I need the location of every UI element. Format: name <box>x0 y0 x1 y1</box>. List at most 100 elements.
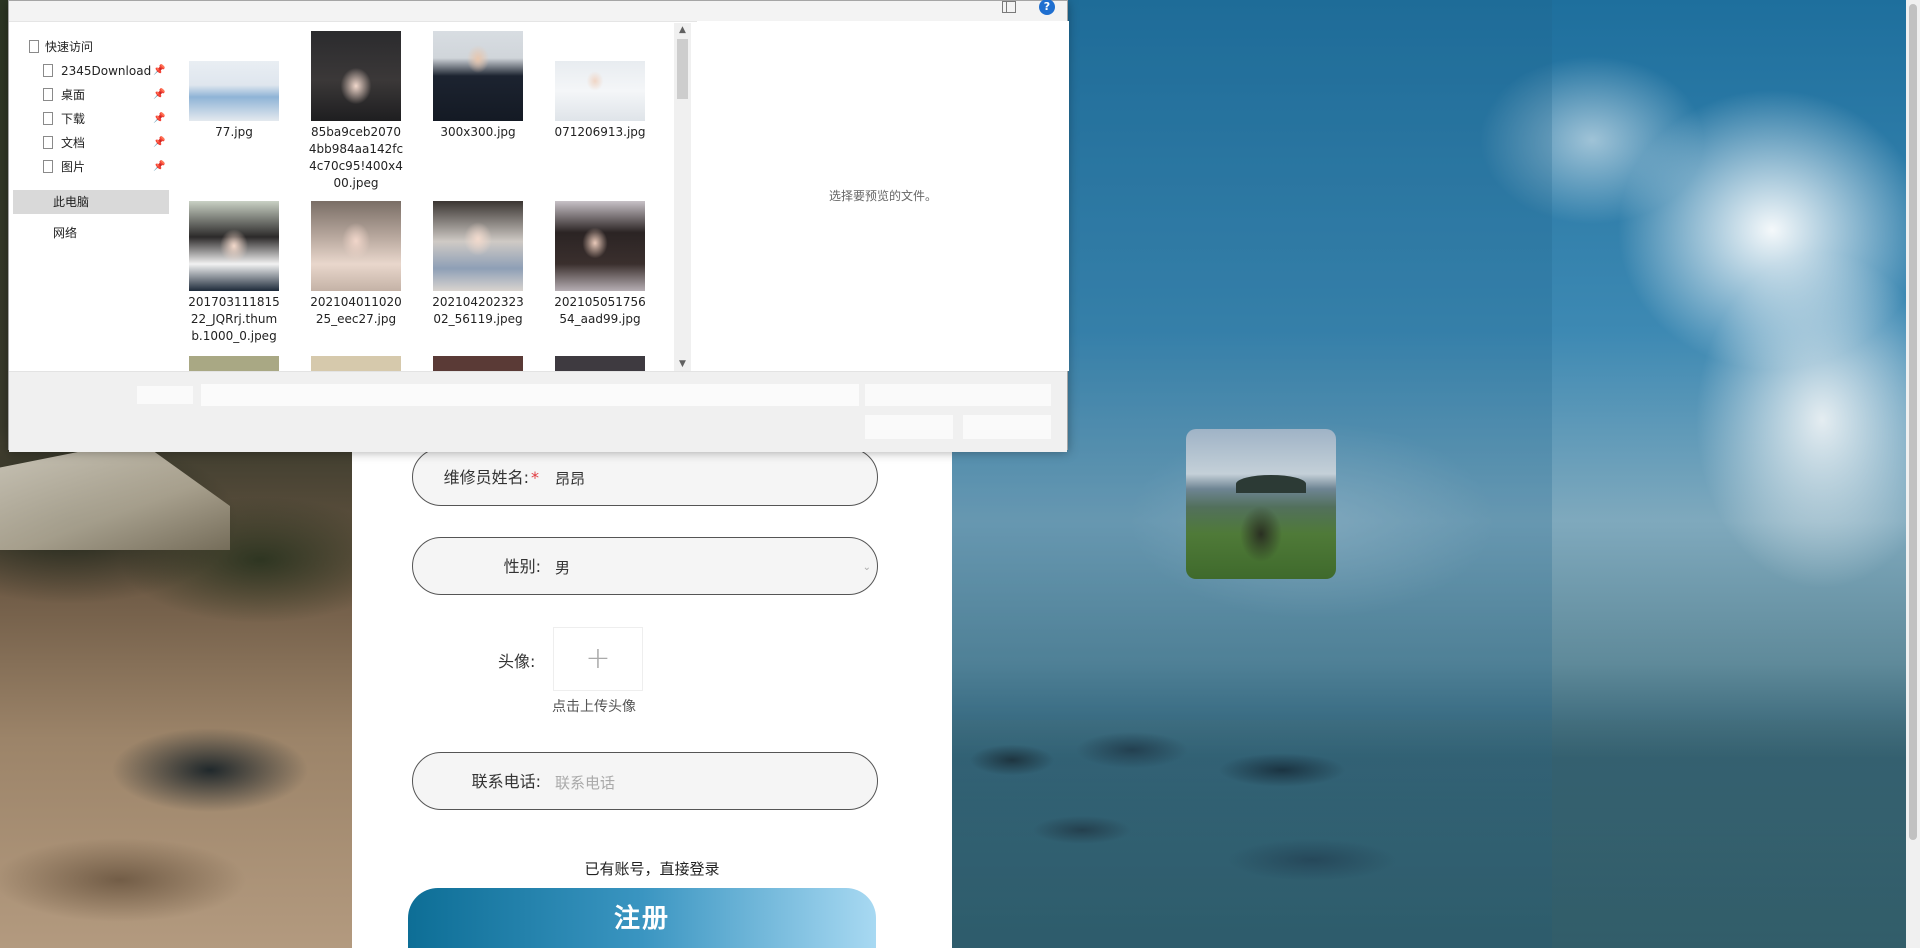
nav-item-quick-access[interactable]: 快速访问 <box>29 35 185 59</box>
pin-icon: 📌 <box>153 113 166 124</box>
avatar-label: 头像: <box>498 652 536 671</box>
file-item[interactable]: 300x300.jpg <box>428 31 528 141</box>
cancel-button[interactable] <box>963 415 1051 439</box>
gender-value[interactable]: 男 <box>555 538 570 596</box>
file-thumbnail <box>311 201 401 291</box>
file-thumbnail <box>311 31 401 121</box>
plus-icon: + <box>585 641 611 676</box>
phone-input[interactable]: 联系电话 <box>555 753 615 811</box>
background-hut <box>0 440 230 550</box>
page: 维修员姓名: * 昂昂 性别: 男 ⌄ 头像: + 点击上传头像 联系电话: 联系… <box>0 0 1920 948</box>
name-label: 维修员姓名: * <box>443 468 539 487</box>
scroll-up-icon[interactable]: ▲ <box>674 23 691 37</box>
nav-item-label: 下载 <box>61 112 86 126</box>
filename-label <box>137 386 193 404</box>
file-item[interactable]: 20210505175654_aad99.jpg <box>550 201 650 328</box>
preview-pane: 选择要预览的文件。 <box>697 21 1069 371</box>
nav-item-2345download[interactable]: 2345Download 📌 <box>9 59 165 83</box>
pin-icon: 📌 <box>153 161 166 172</box>
background-ocean-image <box>952 0 1920 948</box>
file-name: 20210401102025_eec27.jpg <box>310 295 402 326</box>
file-thumbnail <box>555 201 645 291</box>
nav-item-label: 文档 <box>61 136 86 150</box>
nav-item-desktop[interactable]: 桌面 📌 <box>9 83 165 107</box>
nav-item-label: 图片 <box>61 160 86 174</box>
nav-item-label: 桌面 <box>61 88 86 102</box>
file-item[interactable]: 20170311181522_JQRrj.thumb.1000_0.jpeg <box>184 201 284 345</box>
nav-item-label: 2345Download <box>61 64 152 78</box>
file-name: 85ba9ceb20704bb984aa142fc4c70c95!400x400… <box>308 125 404 190</box>
dialog-footer <box>9 371 1067 452</box>
page-scrollbar[interactable] <box>1906 0 1920 948</box>
file-item[interactable]: 071206913.jpg <box>550 31 650 141</box>
navigation-pane: 快速访问 2345Download 📌 桌面 📌 下载 📌 文档 📌 图片 📌 … <box>9 35 169 245</box>
gender-select[interactable]: 性别: 男 ⌄ <box>412 537 878 595</box>
avatar-preview-image <box>1186 429 1336 579</box>
page-scrollbar-thumb[interactable] <box>1909 4 1917 840</box>
nav-item-this-pc[interactable]: 此电脑 <box>13 190 169 214</box>
file-item[interactable]: 77.jpg <box>184 31 284 141</box>
required-mark: * <box>531 468 539 487</box>
gender-label: 性别: <box>503 557 541 576</box>
file-grid-scrollbar-thumb[interactable] <box>677 39 688 99</box>
file-name: 300x300.jpg <box>440 125 516 139</box>
file-item[interactable] <box>550 356 650 371</box>
pin-icon: 📌 <box>153 89 166 100</box>
login-link[interactable]: 已有账号，直接登录 <box>352 858 952 879</box>
file-name: 071206913.jpg <box>554 125 646 139</box>
background-rocks <box>952 720 1920 948</box>
file-thumbnail <box>433 31 523 121</box>
filename-input[interactable] <box>201 384 859 406</box>
nav-item-label: 快速访问 <box>45 40 94 54</box>
nav-item-network[interactable]: 网络 <box>9 221 165 245</box>
file-thumbnail <box>189 61 279 121</box>
file-name: 20210505175654_aad99.jpg <box>554 295 646 326</box>
file-thumbnail <box>189 356 279 371</box>
avatar-upload-button[interactable]: + <box>553 627 643 691</box>
file-item[interactable] <box>184 356 284 371</box>
file-item[interactable]: 85ba9ceb20704bb984aa142fc4c70c95!400x400… <box>306 31 406 192</box>
folder-icon <box>29 40 39 53</box>
pin-icon: 📌 <box>153 137 166 148</box>
folder-icon <box>43 112 53 125</box>
chevron-down-icon[interactable]: ⌄ <box>863 562 871 573</box>
pin-icon: 📌 <box>153 65 166 76</box>
file-item[interactable]: 20210401102025_eec27.jpg <box>306 201 406 328</box>
file-thumbnail <box>433 356 523 371</box>
preview-pane-toggle-icon[interactable] <box>1002 1 1016 13</box>
name-field[interactable]: 维修员姓名: * 昂昂 <box>412 448 878 506</box>
upload-hint: 点击上传头像 <box>552 699 636 715</box>
file-name: 77.jpg <box>215 125 253 139</box>
phone-label: 联系电话: <box>471 772 541 791</box>
name-input[interactable]: 昂昂 <box>555 449 585 507</box>
preview-island <box>1236 475 1306 493</box>
file-thumbnail <box>555 356 645 371</box>
file-thumbnail <box>311 356 401 371</box>
folder-icon <box>43 160 53 173</box>
folder-icon <box>43 64 53 77</box>
file-thumbnail <box>189 201 279 291</box>
open-button[interactable] <box>865 415 953 439</box>
scroll-down-icon[interactable]: ▼ <box>674 357 691 371</box>
file-item[interactable]: 20210420232302_56119.jpeg <box>428 201 528 328</box>
file-name: 20170311181522_JQRrj.thumb.1000_0.jpeg <box>188 295 280 343</box>
file-thumbnail <box>433 201 523 291</box>
nav-item-label: 此电脑 <box>53 195 90 209</box>
file-item[interactable] <box>428 356 528 371</box>
file-type-select[interactable] <box>865 384 1051 406</box>
file-grid-scrollbar[interactable]: ▲ ▼ <box>674 23 691 371</box>
nav-item-pictures[interactable]: 图片 📌 <box>9 155 165 179</box>
help-icon[interactable]: ? <box>1039 0 1055 15</box>
file-thumbnail <box>555 61 645 121</box>
preview-message: 选择要预览的文件。 <box>828 189 937 203</box>
nav-item-documents[interactable]: 文档 📌 <box>9 131 165 155</box>
file-name: 20210420232302_56119.jpeg <box>432 295 524 326</box>
nav-item-label: 网络 <box>53 226 78 240</box>
folder-icon <box>43 88 53 101</box>
phone-field[interactable]: 联系电话: 联系电话 <box>412 752 878 810</box>
dialog-toolbar: ? <box>9 0 1067 22</box>
file-item[interactable] <box>306 356 406 371</box>
folder-icon <box>43 136 53 149</box>
nav-item-downloads[interactable]: 下载 📌 <box>9 107 165 131</box>
register-button[interactable]: 注册 <box>408 888 876 948</box>
